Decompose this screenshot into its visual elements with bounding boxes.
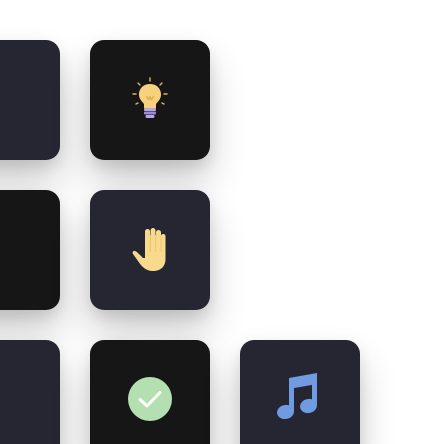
- lightbulb-icon: [132, 77, 168, 118]
- raised-hand-icon: [132, 228, 166, 271]
- tile-check[interactable]: [90, 340, 210, 444]
- tile-left-bottom[interactable]: [0, 340, 60, 444]
- tile-music[interactable]: [240, 340, 360, 444]
- tile-hand[interactable]: [90, 190, 210, 310]
- tile-bulb[interactable]: [90, 40, 210, 160]
- tile-left-middle[interactable]: [0, 190, 60, 310]
- music-note-icon: [277, 373, 317, 420]
- tile-left-top[interactable]: [0, 40, 60, 160]
- check-circle-icon: [128, 377, 172, 421]
- icon-grid: [0, 0, 440, 444]
